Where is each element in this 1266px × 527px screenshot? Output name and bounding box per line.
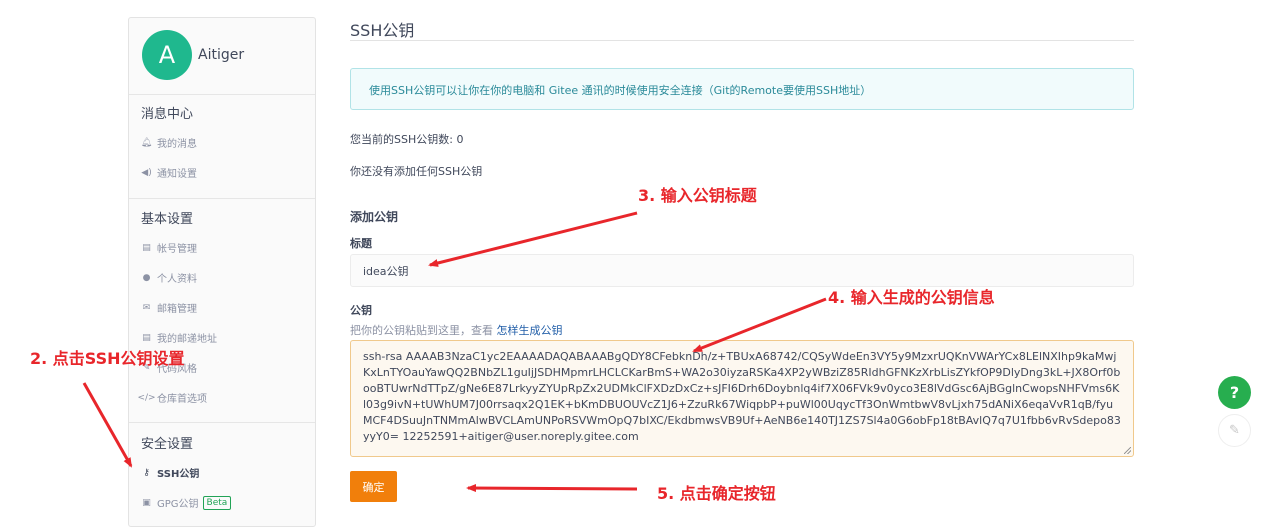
avatar[interactable]: A [142,30,192,80]
title-label: 标题 [350,237,372,250]
code-icon: </> [137,392,156,403]
sidebar-item-address[interactable]: ▤ 我的邮递地址 [141,330,217,346]
settings-sidebar: A Aitiger 消息中心 🔔︎ 我的消息 ◀) 通知设置 基本设置 ▤ 帐号… [128,17,316,527]
group-title-messages: 消息中心 [141,107,194,122]
annotation-step3: 3. 输入公钥标题 [638,186,757,205]
resize-handle[interactable] [1124,447,1131,454]
group-title-basic: 基本设置 [141,212,194,227]
user-icon: ● [142,272,151,283]
bell-icon: 🔔︎ [140,137,153,148]
divider [129,198,315,199]
key-label: 公钥 [350,304,372,317]
sidebar-item-email[interactable]: ✉ 邮箱管理 [141,300,197,316]
address-card-icon: ▤ [142,332,151,343]
lock-icon: ▣ [142,497,151,508]
sidebar-item-profile[interactable]: ● 个人资料 [141,270,197,286]
empty-keys-text: 你还没有添加任何SSH公钥 [350,165,483,178]
divider [129,422,315,423]
help-icon[interactable]: ? [1218,376,1251,409]
annotation-step5: 5. 点击确定按钮 [657,484,776,503]
how-to-generate-key-link[interactable]: 怎样生成公钥 [497,324,563,337]
arrow-step2 [82,382,133,468]
sidebar-item-notify-settings[interactable]: ◀) 通知设置 [141,165,197,181]
annotation-step4: 4. 输入生成的公钥信息 [828,288,995,307]
public-key-textarea[interactable]: ssh-rsa AAAAB3NzaC1yc2EAAAADAQABAAABgQDY… [350,340,1134,457]
speaker-icon: ◀) [141,167,152,178]
sidebar-item-gpg-keys[interactable]: ▣ GPG公钥 Beta [141,495,232,510]
key-count-text: 您当前的SSH公钥数: 0 [350,133,464,146]
sidebar-item-account[interactable]: ▤ 帐号管理 [141,240,197,256]
page-title: SSH公钥 [350,21,415,40]
sidebar-item-repo-prefs[interactable]: </> 仓库首选项 [137,390,207,406]
username[interactable]: Aitiger [198,47,244,63]
confirm-button[interactable]: 确定 [350,471,397,502]
feedback-edit-icon[interactable]: ✎ [1218,414,1251,447]
add-key-heading: 添加公钥 [350,210,399,224]
key-hint: 把你的公钥粘贴到这里，查看 怎样生成公钥 [350,324,563,337]
key-title-input[interactable] [350,254,1134,287]
group-title-security: 安全设置 [141,437,194,452]
sidebar-item-my-messages[interactable]: 🔔︎ 我的消息 [140,135,197,151]
sidebar-item-ssh-keys[interactable]: ⚷ SSH公钥 [141,465,199,481]
user-card: A Aitiger [142,30,244,80]
arrow-step5 [466,484,638,493]
beta-badge: Beta [202,495,232,510]
id-card-icon: ▤ [142,242,151,253]
key-icon: ⚷ [143,467,150,478]
info-text: 使用SSH公钥可以让你在你的电脑和 Gitee 通讯的时候使用安全连接（Git的… [369,84,872,97]
info-box: 使用SSH公钥可以让你在你的电脑和 Gitee 通讯的时候使用安全连接（Git的… [350,68,1134,110]
title-divider [350,40,1134,41]
envelope-icon: ✉ [142,302,151,313]
annotation-step2: 2. 点击SSH公钥设置 [30,349,185,368]
divider [129,94,315,95]
